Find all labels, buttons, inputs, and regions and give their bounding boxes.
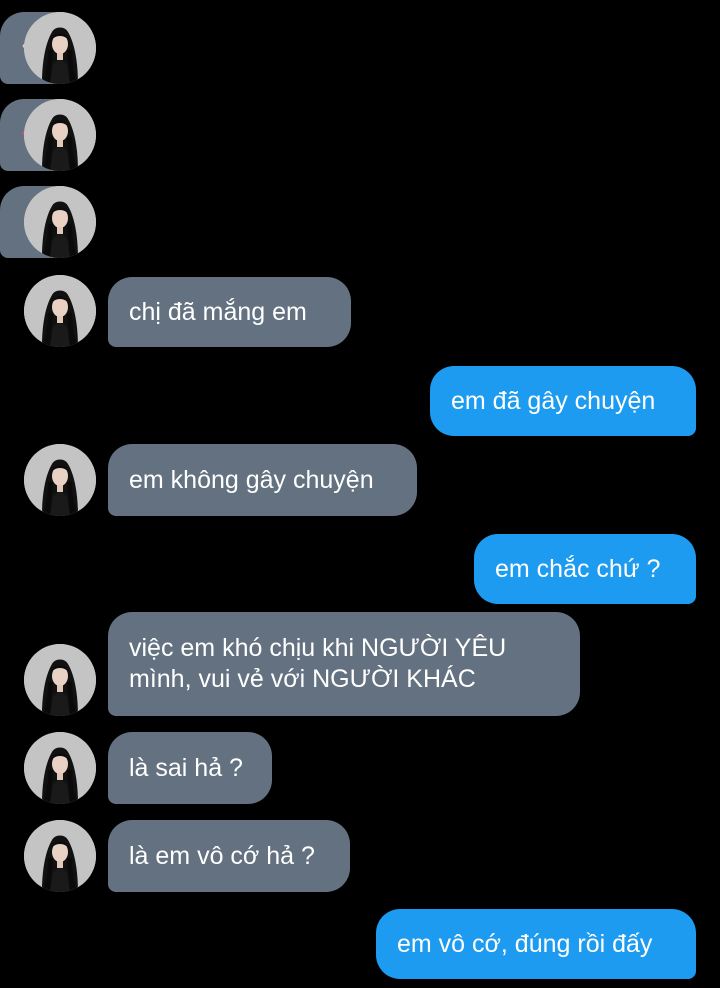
message-text: chị đã mắng em <box>129 297 307 326</box>
message-row: em đã gây chuyện <box>0 366 720 436</box>
message-row: chị đã mắng em <box>0 275 720 347</box>
message-bubble[interactable]: em chắc chứ ? <box>474 534 696 604</box>
message-bubble[interactable]: em không gây chuyện <box>108 444 417 516</box>
message-bubble[interactable]: em đã gây chuyện <box>430 366 696 436</box>
avatar[interactable] <box>24 644 96 716</box>
message-text: em đã gây chuyện <box>451 386 656 415</box>
avatar[interactable] <box>24 732 96 804</box>
avatar[interactable] <box>24 444 96 516</box>
message-text: em không gây chuyện <box>129 465 374 494</box>
message-row: là sai hả ? <box>0 732 720 804</box>
message-row: việc em khó chịu khi NGƯỜI YÊU mình, vui… <box>0 612 720 716</box>
message-text: là sai hả ? <box>129 753 243 782</box>
message-bubble[interactable]: việc em khó chịu khi NGƯỜI YÊU mình, vui… <box>108 612 580 716</box>
avatar[interactable] <box>24 820 96 892</box>
message-text: em vô cớ, đúng rồi đấy <box>397 929 653 958</box>
message-row: là em vô cớ hả ? <box>0 820 720 892</box>
message-row: em không gây chuyện <box>0 444 720 516</box>
avatar[interactable] <box>24 12 96 84</box>
message-text-line: mình, vui vẻ với NGƯỜI KHÁC <box>129 665 476 693</box>
message-row <box>0 12 720 84</box>
avatar[interactable] <box>24 99 96 171</box>
message-bubble[interactable]: là em vô cớ hả ? <box>108 820 350 892</box>
message-bubble[interactable]: là sai hả ? <box>108 732 272 804</box>
avatar[interactable] <box>24 275 96 347</box>
message-text: em chắc chứ ? <box>495 554 661 583</box>
message-bubble[interactable]: em vô cớ, đúng rồi đấy <box>376 909 696 979</box>
avatar[interactable] <box>24 186 96 258</box>
message-bubble[interactable]: chị đã mắng em <box>108 277 351 347</box>
message-row: em vô cớ, đúng rồi đấy <box>0 909 720 979</box>
message-row <box>0 99 720 171</box>
message-row: em chắc chứ ? <box>0 534 720 604</box>
message-row <box>0 186 720 258</box>
message-text: là em vô cớ hả ? <box>129 841 315 870</box>
